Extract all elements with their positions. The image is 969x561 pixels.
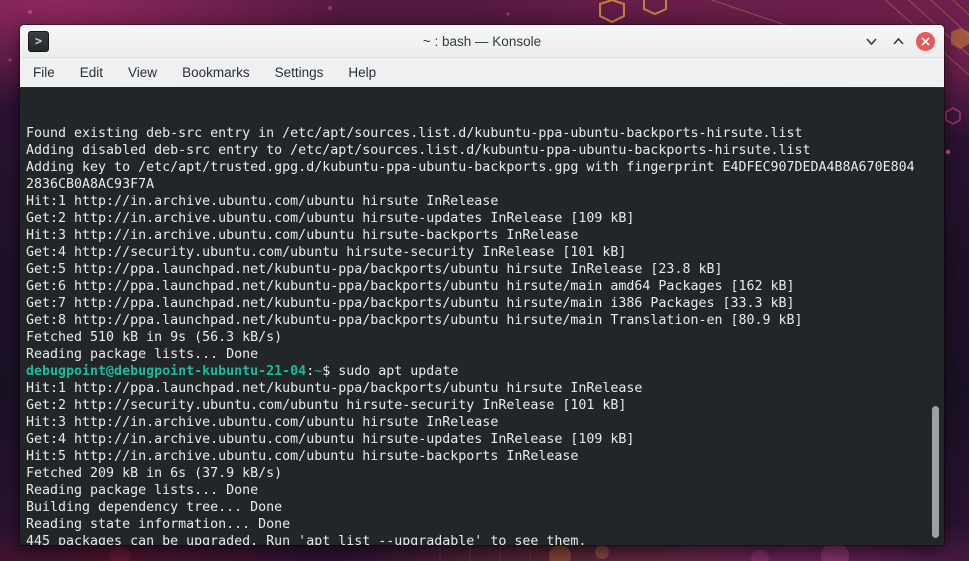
menu-item-view[interactable]: View <box>128 65 157 80</box>
terminal-line: Hit:3 http://in.archive.ubuntu.com/ubunt… <box>26 228 579 243</box>
terminal-line: Get:4 http://in.archive.ubuntu.com/ubunt… <box>26 432 635 447</box>
terminal-line: Adding disabled deb-src entry to /etc/ap… <box>26 143 811 158</box>
terminal-line: Get:2 http://security.ubuntu.com/ubuntu … <box>26 398 627 413</box>
window-title: ~ : bash — Konsole <box>422 33 542 49</box>
chevron-down-icon <box>865 38 877 46</box>
menubar: File Edit View Bookmarks Settings Help <box>20 58 944 87</box>
terminal-line: 2836CB0A8AC93F7A <box>26 177 155 192</box>
menu-item-bookmarks[interactable]: Bookmarks <box>182 65 250 80</box>
terminal-line: Get:6 http://ppa.launchpad.net/kubuntu-p… <box>26 279 795 294</box>
menu-item-settings[interactable]: Settings <box>275 65 324 80</box>
terminal-line: Get:4 http://security.ubuntu.com/ubuntu … <box>26 245 627 260</box>
terminal-line: Reading package lists... Done <box>26 347 259 362</box>
terminal-line: Get:5 http://ppa.launchpad.net/kubuntu-p… <box>26 262 723 277</box>
terminal-output: Found existing deb-src entry in /etc/apt… <box>26 125 930 545</box>
terminal-line: Fetched 209 kB in 6s (37.9 kB/s) <box>26 466 283 481</box>
terminal-line: Hit:5 http://in.archive.ubuntu.com/ubunt… <box>26 449 579 464</box>
terminal-line: Hit:3 http://in.archive.ubuntu.com/ubunt… <box>26 415 499 430</box>
terminal-line: Reading package lists... Done <box>26 483 259 498</box>
terminal-line: Hit:1 http://ppa.launchpad.net/kubuntu-p… <box>26 381 643 396</box>
konsole-window: > ~ : bash — Konsole File Edit View Bookmar <box>20 25 944 545</box>
terminal-line: Get:7 http://ppa.launchpad.net/kubuntu-p… <box>26 296 795 311</box>
close-icon <box>921 37 930 46</box>
scrollbar-thumb[interactable] <box>932 406 939 538</box>
terminal-line: Get:2 http://in.archive.ubuntu.com/ubunt… <box>26 211 635 226</box>
terminal-line: Found existing deb-src entry in /etc/apt… <box>26 126 803 141</box>
terminal-area[interactable]: Found existing deb-src entry in /etc/apt… <box>20 88 944 545</box>
minimize-button[interactable] <box>862 33 880 51</box>
close-button[interactable] <box>916 32 935 51</box>
menu-item-file[interactable]: File <box>33 65 55 80</box>
terminal-line: Fetched 510 kB in 9s (56.3 kB/s) <box>26 330 283 345</box>
titlebar[interactable]: > ~ : bash — Konsole <box>20 25 944 58</box>
terminal-line: Reading state information... Done <box>26 517 291 532</box>
terminal-line: Get:8 http://ppa.launchpad.net/kubuntu-p… <box>26 313 803 328</box>
terminal-line: Building dependency tree... Done <box>26 500 283 515</box>
chevron-up-icon <box>892 37 904 45</box>
menu-item-help[interactable]: Help <box>348 65 376 80</box>
menu-item-edit[interactable]: Edit <box>80 65 103 80</box>
terminal-line: debugpoint@debugpoint-kubuntu-21-04:~$ s… <box>26 364 459 379</box>
maximize-button[interactable] <box>889 33 907 51</box>
window-controls <box>862 25 935 58</box>
terminal-line: Hit:1 http://in.archive.ubuntu.com/ubunt… <box>26 194 499 209</box>
terminal-line: 445 packages can be upgraded. Run 'apt l… <box>26 534 587 545</box>
terminal-line: Adding key to /etc/apt/trusted.gpg.d/kub… <box>26 160 915 175</box>
